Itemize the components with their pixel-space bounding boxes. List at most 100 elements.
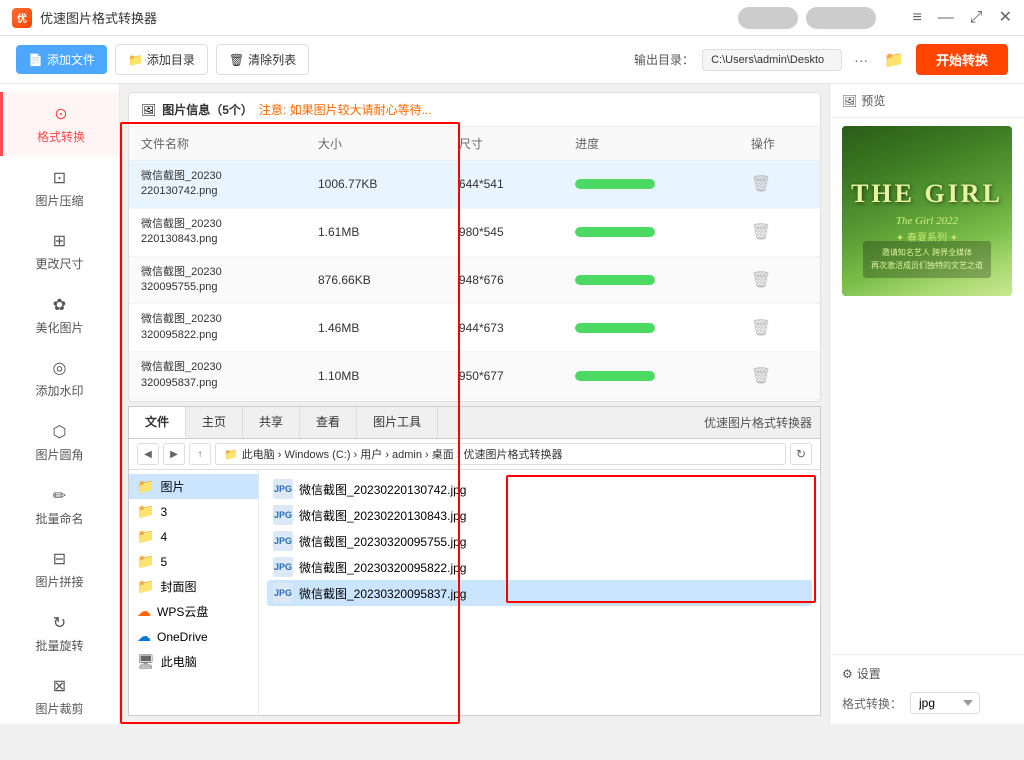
explorer-sidebar-5[interactable]: 📁 5 [129, 549, 258, 574]
explorer-sidebar-onedrive[interactable]: ☁ OneDrive [129, 624, 258, 649]
col-size: 大小 [306, 127, 447, 161]
file-table: 文件名称 大小 尺寸 进度 操作 微信截图_20230220130742.png… [129, 127, 820, 401]
tab-view[interactable]: 查看 [300, 407, 357, 438]
preview-image: THE GIRL The Girl 2022 ✦ 春夏系列 ✦ 邀请知名艺人 跨… [842, 126, 1012, 296]
start-convert-button[interactable]: 开始转换 [916, 44, 1008, 75]
progress-bar-fill [575, 323, 655, 333]
cell-ops: 🗑 [739, 304, 820, 352]
sidebar-item-rename[interactable]: ✏ 批量命名 [0, 474, 119, 538]
table-row[interactable]: 微信截图_20230220130742.png 1006.77KB 644*54… [129, 161, 820, 209]
explorer-file-item[interactable]: JPG 微信截图_20230320095755.jpg [267, 528, 812, 554]
cell-name: 微信截图_20230320095822.png [129, 304, 306, 352]
output-label: 输出目录： [634, 51, 694, 68]
sidebar-icon-resize: ⊞ [48, 229, 72, 253]
tab-file[interactable]: 文件 [129, 407, 186, 438]
explorer-sidebar-4[interactable]: 📁 4 [129, 524, 258, 549]
folder-icon: 📁 [137, 578, 154, 595]
sidebar-item-resize[interactable]: ⊞ 更改尺寸 [0, 219, 119, 283]
explorer-sidebar-label: 图片 [160, 478, 184, 495]
explorer-sidebar-pictures[interactable]: 📁 图片 [129, 474, 258, 499]
file-explorer: 文件 主页 共享 查看 图片工具 优速图片格式转换器 ◀ ▶ ↑ [128, 406, 821, 716]
explorer-sidebar-label: 3 [160, 505, 167, 519]
nav-back[interactable]: ◀ [137, 443, 159, 465]
preview-description: 邀请知名艺人 跨界全媒体 再次激活成员们独特的文艺之道 [863, 241, 991, 278]
progress-bar-fill [575, 179, 655, 189]
file-panel: 🖼 图片信息（5个） 注意: 如果图片较大请耐心等待... 文件名称 大小 尺寸… [128, 92, 821, 402]
explorer-sidebar-thispc[interactable]: 🖥 此电脑 [129, 649, 258, 674]
delete-button[interactable]: 🗑 [751, 366, 771, 386]
folder-icon: 📁 [137, 503, 154, 520]
explorer-file-item[interactable]: JPG 微信截图_20230220130742.jpg [267, 476, 812, 502]
maximize-btn[interactable]: ⤢ [970, 10, 983, 26]
explorer-files: JPG 微信截图_20230220130742.jpg JPG 微信截图_202… [259, 470, 820, 715]
sidebar-item-beautify[interactable]: ✿ 美化图片 [0, 283, 119, 347]
cell-dims: 948*676 [447, 256, 563, 304]
sidebar-icon-beautify: ✿ [48, 293, 72, 317]
sidebar-item-round[interactable]: ⬡ 图片圆角 [0, 410, 119, 474]
table-row[interactable]: 微信截图_20230220130843.png 1.61MB 980*545 🗑 [129, 208, 820, 256]
gear-icon: ⚙ [842, 667, 853, 681]
sidebar-icon-rotate: ↻ [48, 611, 72, 635]
table-row[interactable]: 微信截图_20230320095755.png 876.66KB 948*676… [129, 256, 820, 304]
breadcrumb-path: 📁 此电脑 › Windows (C:) › 用户 › admin › 桌面 ›… [215, 443, 786, 465]
app-logo: 优 [12, 8, 32, 28]
sidebar-item-watermark[interactable]: ◎ 添加水印 [0, 346, 119, 410]
refresh-button[interactable]: ↻ [790, 443, 812, 465]
format-select[interactable]: jpgpngbmpgifwebptiff [910, 692, 980, 714]
app-window: 优 优速图片格式转换器 ≡ — ⤢ ✕ 📄 添加文件 📁 添加目录 🗑 清除列表 [0, 0, 1024, 724]
explorer-file-item[interactable]: JPG 微信截图_20230320095822.jpg [267, 554, 812, 580]
explorer-sidebar-wps[interactable]: ☁ WPS云盘 [129, 599, 258, 624]
menu-btn[interactable]: ≡ [912, 10, 921, 26]
cell-progress [563, 352, 739, 400]
sidebar-item-rotate[interactable]: ↻ 批量旋转 [0, 601, 119, 665]
cell-name: 微信截图_20230320095837.png [129, 352, 306, 400]
preview-icon: 🖼 [842, 94, 857, 108]
clear-icon: 🗑 [229, 53, 244, 67]
close-btn[interactable]: ✕ [999, 10, 1012, 26]
sidebar-item-format[interactable]: ⊙ 格式转换 [0, 92, 119, 156]
clear-list-button[interactable]: 🗑 清除列表 [216, 44, 309, 75]
breadcrumb-text: 此电脑 › Windows (C:) › 用户 › admin › 桌面 › 优… [242, 446, 563, 462]
nav-forward[interactable]: ▶ [163, 443, 185, 465]
delete-button[interactable]: 🗑 [751, 270, 771, 290]
add-dir-icon: 📁 [128, 53, 143, 67]
tab-image-tools[interactable]: 图片工具 [357, 407, 438, 438]
cell-size: 1.61MB [306, 208, 447, 256]
explorer-sidebar-3[interactable]: 📁 3 [129, 499, 258, 524]
explorer-sidebar-label: 封面图 [160, 578, 196, 595]
sidebar-icon-watermark: ◎ [48, 356, 72, 380]
explorer-file-item[interactable]: JPG 微信截图_20230320095837.jpg [267, 580, 812, 606]
table-row[interactable]: 微信截图_20230320095837.png 1.10MB 950*677 🗑 [129, 352, 820, 400]
settings-row: 格式转换： jpgpngbmpgifwebptiff [842, 692, 1012, 714]
explorer-sidebar-coverimg[interactable]: 📁 封面图 [129, 574, 258, 599]
folder-browse-button[interactable]: 📁 [880, 48, 908, 72]
delete-button[interactable]: 🗑 [751, 222, 771, 242]
minimize-btn[interactable]: — [938, 10, 954, 26]
delete-button[interactable]: 🗑 [751, 318, 771, 338]
explorer-sidebar-label: 此电脑 [161, 653, 197, 670]
add-file-button[interactable]: 📄 添加文件 [16, 45, 107, 74]
tab-share[interactable]: 共享 [243, 407, 300, 438]
table-row[interactable]: 微信截图_20230320095822.png 1.46MB 944*673 🗑 [129, 304, 820, 352]
file-table-body: 微信截图_20230220130742.png 1006.77KB 644*54… [129, 161, 820, 400]
right-panel: 🖼 预览 THE GIRL The Girl 2022 ✦ 春夏系列 ✦ 邀请知… [829, 84, 1024, 724]
file-icon: JPG [273, 505, 293, 525]
add-dir-button[interactable]: 📁 添加目录 [115, 44, 208, 75]
settings-section: ⚙ 设置 格式转换： jpgpngbmpgifwebptiff [830, 654, 1024, 724]
nav-up[interactable]: ↑ [189, 443, 211, 465]
delete-button[interactable]: 🗑 [751, 174, 771, 194]
file-panel-header: 🖼 图片信息（5个） 注意: 如果图片较大请耐心等待... [129, 93, 820, 127]
preview-title: THE GIRL [851, 179, 1003, 209]
format-label: 格式转换： [842, 695, 902, 712]
explorer-file-item[interactable]: JPG 微信截图_20230220130843.jpg [267, 502, 812, 528]
dots-button[interactable]: ··· [850, 50, 872, 70]
sidebar-item-compress[interactable]: ⊡ 图片压缩 [0, 156, 119, 220]
cloud-icon: ☁ [137, 603, 151, 620]
sidebar-label-compress: 图片压缩 [35, 194, 83, 210]
cloud2-icon: ☁ [137, 628, 151, 645]
sidebar-item-crop[interactable]: ⊠ 图片裁剪 [0, 664, 119, 724]
sidebar-item-stitch[interactable]: ⊟ 图片拼接 [0, 537, 119, 601]
explorer-file-name: 微信截图_20230320095755.jpg [299, 533, 466, 550]
sidebar-label-round: 图片圆角 [35, 448, 83, 464]
tab-home[interactable]: 主页 [186, 407, 243, 438]
